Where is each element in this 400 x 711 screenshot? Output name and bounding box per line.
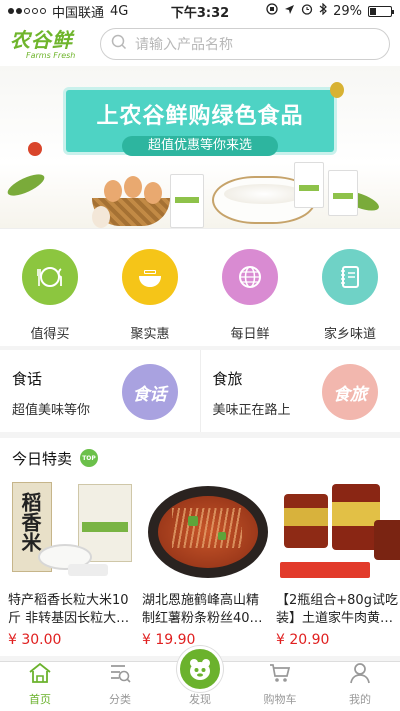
discover-icon: [177, 646, 223, 692]
rice-bag-image: [294, 162, 324, 208]
tab-label: 分类: [109, 693, 131, 706]
product-price: ¥ 19.90: [142, 632, 196, 648]
dining-icon: [22, 249, 78, 305]
category-grid: 值得买 聚实惠 每日鲜 家乡味道: [0, 228, 400, 346]
top-badge: TOP: [80, 449, 99, 467]
rice-bag-image: [328, 170, 358, 216]
search-input[interactable]: 请输入产品名称: [100, 28, 390, 60]
globe-icon: [222, 249, 278, 305]
promo-card-shilv[interactable]: 食旅 美味正在路上 食旅: [199, 350, 400, 432]
network-label: 4G: [110, 3, 129, 19]
home-icon: [28, 662, 52, 687]
app-logo[interactable]: 农谷鲜 Farms Fresh: [10, 24, 90, 64]
category-label: 聚实惠: [130, 327, 170, 342]
category-item-jiaxiangweidao[interactable]: 家乡味道: [300, 229, 400, 346]
product-card[interactable]: 湖北恩施鹤峰高山精制红薯粉条粉丝40… ¥ 19.90: [142, 478, 272, 648]
tab-label: 我的: [349, 693, 371, 706]
egg-image: [124, 176, 142, 198]
tab-label: 首页: [29, 693, 51, 706]
today-special-section: 今日特卖 TOP 稻香米 特产稻香长粒大米10斤 非转基因长粒大… ¥ 30.0…: [0, 438, 400, 656]
category-label: 每日鲜: [230, 327, 270, 342]
bowl-icon: [122, 249, 178, 305]
promo-card-shihua[interactable]: 食话 超值美味等你 食话: [0, 350, 200, 432]
tomato-image: [28, 142, 42, 156]
product-name: 特产稻香长粒大米10斤 非转基因长粒大…: [8, 593, 130, 626]
product-image: 稻香米: [8, 478, 138, 584]
promo-cards: 食话 超值美味等你 食话 食旅 美味正在路上 食旅: [0, 350, 400, 432]
app-screen: 中国联通 4G 下午3:32 29% 农谷鲜 Farms Fresh 请输入产品…: [0, 0, 400, 711]
tab-category[interactable]: 分类: [80, 662, 160, 711]
tab-cart[interactable]: 购物车: [240, 662, 320, 711]
category-label: 值得买: [30, 327, 70, 342]
egg-image: [104, 180, 122, 202]
logo-subtext: Farms Fresh: [26, 50, 76, 60]
bluetooth-icon: [319, 2, 327, 19]
search-placeholder: 请输入产品名称: [135, 37, 233, 53]
promo-banner[interactable]: 上农谷鲜购绿色食品 超值优惠等你来选: [0, 66, 400, 228]
category-item-meirixian[interactable]: 每日鲜: [200, 229, 300, 346]
promo-badge-image: 食话: [121, 364, 178, 420]
location-icon: [284, 4, 295, 19]
carrier-label: 中国联通: [52, 5, 105, 21]
tab-label: 发现: [189, 693, 211, 706]
battery-percent: 29%: [333, 3, 362, 19]
top-header: 农谷鲜 Farms Fresh 请输入产品名称: [0, 22, 400, 66]
product-list: 稻香米 特产稻香长粒大米10斤 非转基因长粒大… ¥ 30.00 湖北恩施鹤峰高…: [0, 478, 400, 648]
section-header: 今日特卖 TOP: [0, 438, 400, 478]
section-title: 今日特卖: [12, 449, 73, 468]
cart-icon: [268, 662, 292, 687]
tab-label: 购物车: [263, 693, 297, 706]
product-price: ¥ 20.90: [276, 632, 330, 648]
banner-subline: 超值优惠等你来选: [122, 136, 278, 156]
tab-home[interactable]: 首页: [0, 662, 80, 711]
category-item-zhidemai[interactable]: 值得买: [0, 229, 100, 346]
category-item-jushihui[interactable]: 聚实惠: [100, 229, 200, 346]
product-name: 湖北恩施鹤峰高山精制红薯粉条粉丝40…: [142, 593, 263, 626]
fruit-image: [330, 82, 344, 98]
leaf-decoration: [4, 170, 48, 200]
battery-icon: [368, 5, 394, 17]
product-price: ¥ 30.00: [8, 632, 62, 648]
category-label: 家乡味道: [323, 327, 376, 342]
product-name: 【2瓶组合+80g试吃装】土道家牛肉黄…: [276, 593, 398, 626]
egg-image: [144, 182, 162, 204]
tab-discover[interactable]: 发现: [160, 646, 240, 711]
search-icon: [111, 34, 127, 54]
category-icon: [108, 662, 132, 687]
signal-icon: [8, 8, 46, 14]
tab-profile[interactable]: 我的: [320, 662, 400, 711]
product-card[interactable]: 稻香米 特产稻香长粒大米10斤 非转基因长粒大… ¥ 30.00: [8, 478, 138, 648]
banner-headline: 上农谷鲜购绿色食品: [96, 104, 304, 129]
product-card[interactable]: 【2瓶组合+80g试吃装】土道家牛肉黄… ¥ 20.90: [276, 478, 400, 648]
product-image: [142, 478, 272, 584]
promo-badge-image: 食旅: [322, 364, 378, 420]
bottom-tab-bar: 首页 分类 发现 购物车 我的: [0, 646, 400, 711]
notebook-icon: [322, 249, 378, 305]
profile-icon: [348, 662, 372, 687]
alarm-icon: [301, 3, 313, 19]
rice-bag-image: [170, 174, 204, 228]
logo-text: 农谷鲜: [10, 27, 73, 52]
product-image: [276, 478, 400, 584]
status-bar: 中国联通 4G 下午3:32 29%: [0, 0, 400, 22]
egg-image: [92, 206, 110, 228]
rotation-lock-icon: [266, 3, 278, 19]
